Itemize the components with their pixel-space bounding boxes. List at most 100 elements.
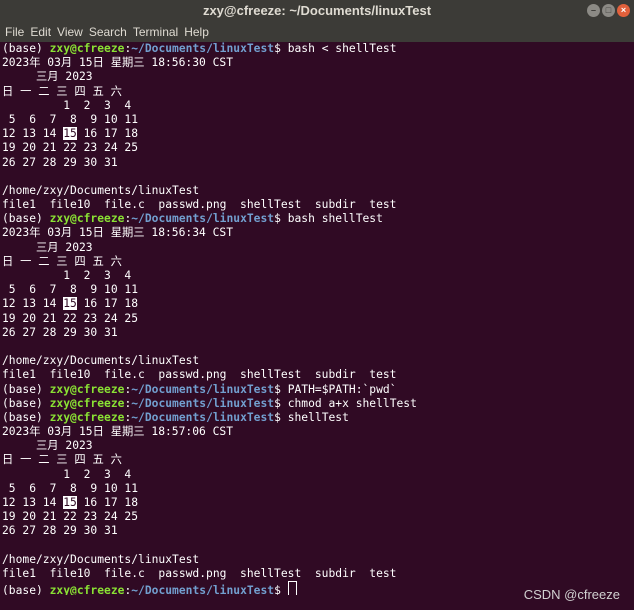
prompt-path: ~/Documents/linuxTest (131, 584, 275, 596)
output-line: 三月 2023 (2, 439, 634, 453)
prompt-env: (base) (2, 584, 50, 596)
output-text: 5 6 7 8 9 10 11 (2, 283, 139, 297)
close-button[interactable]: × (617, 4, 630, 17)
prompt-env: (base) (2, 42, 50, 55)
output-line: 2023年 03月 15日 星期三 18:56:30 CST (2, 56, 634, 70)
output-line: 2023年 03月 15日 星期三 18:57:06 CST (2, 425, 634, 439)
output-line: 1 2 3 4 (2, 269, 634, 283)
output-text: 19 20 21 22 23 24 25 (2, 311, 139, 325)
output-text: 26 27 28 29 30 31 (2, 524, 118, 538)
prompt-path: ~/Documents/linuxTest (131, 212, 275, 226)
window-titlebar: zxy@cfreeze: ~/Documents/linuxTest – □ × (0, 0, 634, 22)
watermark: CSDN @cfreeze (523, 587, 620, 602)
output-text: /home/zxy/Documents/linuxTest (2, 354, 200, 368)
output-line: file1 file10 file.c passwd.png shellTest… (2, 368, 634, 382)
output-text: file1 file10 file.c passwd.png shellTest… (2, 566, 397, 580)
prompt-line: (base) zxy@cfreeze:~/Documents/linuxTest… (2, 42, 634, 56)
command-text: shellTest (287, 410, 349, 424)
minimize-button[interactable]: – (587, 4, 600, 17)
prompt-env: (base) (2, 212, 50, 226)
output-text: file1 file10 file.c passwd.png shellTest… (2, 198, 397, 212)
output-text: 2023年 03月 15日 星期三 18:56:34 CST (2, 226, 234, 240)
calendar-row-text: 16 17 18 (76, 297, 139, 311)
output-line: 19 20 21 22 23 24 25 (2, 141, 634, 155)
prompt-env: (base) (2, 410, 50, 424)
output-text: 日 一 二 三 四 五 六 (2, 254, 122, 268)
output-line: /home/zxy/Documents/linuxTest (2, 553, 634, 567)
output-text: 26 27 28 29 30 31 (2, 155, 118, 169)
prompt-symbol: $ (274, 42, 288, 55)
calendar-row-text: 16 17 18 (76, 127, 139, 141)
output-line: 5 6 7 8 9 10 11 (2, 283, 634, 297)
command-text: bash shellTest (287, 212, 383, 226)
output-text: 1 2 3 4 (2, 269, 132, 282)
output-text: 2023年 03月 15日 星期三 18:56:30 CST (2, 56, 234, 70)
prompt-user: zxy@cfreeze (49, 212, 125, 226)
calendar-today: 15 (63, 496, 77, 509)
output-line: file1 file10 file.c passwd.png shellTest… (2, 198, 634, 212)
output-text: 19 20 21 22 23 24 25 (2, 510, 139, 524)
output-text: 日 一 二 三 四 五 六 (2, 453, 122, 467)
menu-help[interactable]: Help (182, 22, 213, 42)
calendar-row-text: 12 13 14 (2, 496, 64, 509)
window-title: zxy@cfreeze: ~/Documents/linuxTest (202, 3, 432, 18)
output-line: 12 13 14 15 16 17 18 (2, 496, 634, 510)
prompt-symbol: $ (274, 396, 288, 410)
command-text: PATH=$PATH:`pwd` (287, 382, 397, 396)
output-text: 日 一 二 三 四 五 六 (2, 84, 122, 98)
prompt-symbol: $ (274, 584, 288, 596)
prompt-path: ~/Documents/linuxTest (131, 382, 275, 396)
menu-terminal[interactable]: Terminal (131, 22, 182, 42)
command-text: chmod a+x shellTest (287, 396, 417, 410)
prompt-user: zxy@cfreeze (49, 584, 125, 596)
output-line: 日 一 二 三 四 五 六 (2, 85, 634, 99)
output-line: 日 一 二 三 四 五 六 (2, 255, 634, 269)
output-line: 2023年 03月 15日 星期三 18:56:34 CST (2, 226, 634, 240)
menu-edit[interactable]: Edit (28, 22, 55, 42)
prompt-symbol: $ (274, 212, 288, 226)
output-line: 1 2 3 4 (2, 99, 634, 113)
prompt-path: ~/Documents/linuxTest (131, 42, 275, 55)
output-line: 三月 2023 (2, 70, 634, 84)
output-line: 12 13 14 15 16 17 18 (2, 127, 634, 141)
output-text: 三月 2023 (2, 439, 93, 453)
output-line: /home/zxy/Documents/linuxTest (2, 184, 634, 198)
menu-search[interactable]: Search (87, 22, 131, 42)
output-line: 19 20 21 22 23 24 25 (2, 312, 634, 326)
output-text: 1 2 3 4 (2, 467, 132, 481)
output-line: 26 27 28 29 30 31 (2, 156, 634, 170)
output-line: /home/zxy/Documents/linuxTest (2, 354, 634, 368)
calendar-today: 15 (63, 297, 77, 311)
output-text: 5 6 7 8 9 10 11 (2, 481, 139, 495)
window-controls: – □ × (587, 4, 630, 17)
output-text: /home/zxy/Documents/linuxTest (2, 552, 200, 566)
output-text: 1 2 3 4 (2, 98, 132, 112)
calendar-row-text: 16 17 18 (76, 496, 139, 509)
prompt-path: ~/Documents/linuxTest (131, 410, 275, 424)
calendar-row-text: 12 13 14 (2, 297, 64, 311)
prompt-line: (base) zxy@cfreeze:~/Documents/linuxTest… (2, 411, 634, 425)
terminal-output[interactable]: (base) zxy@cfreeze:~/Documents/linuxTest… (0, 42, 634, 610)
output-text: 19 20 21 22 23 24 25 (2, 141, 139, 155)
output-line: 26 27 28 29 30 31 (2, 326, 634, 340)
menu-bar: File Edit View Search Terminal Help (0, 22, 634, 42)
command-text: bash < shellTest (287, 42, 397, 55)
output-text: file1 file10 file.c passwd.png shellTest… (2, 368, 397, 382)
maximize-button[interactable]: □ (602, 4, 615, 17)
output-text: /home/zxy/Documents/linuxTest (2, 183, 200, 197)
prompt-env: (base) (2, 396, 50, 410)
prompt-env: (base) (2, 382, 50, 396)
output-line: 19 20 21 22 23 24 25 (2, 510, 634, 524)
output-line: 1 2 3 4 (2, 468, 634, 482)
prompt-symbol: $ (274, 382, 288, 396)
menu-file[interactable]: File (3, 22, 28, 42)
output-text: 2023年 03月 15日 星期三 18:57:06 CST (2, 425, 234, 439)
prompt-user: zxy@cfreeze (49, 42, 125, 55)
output-text: 26 27 28 29 30 31 (2, 325, 118, 339)
calendar-today: 15 (63, 127, 77, 141)
prompt-line: (base) zxy@cfreeze:~/Documents/linuxTest… (2, 383, 634, 397)
calendar-row-text: 12 13 14 (2, 127, 64, 141)
prompt-user: zxy@cfreeze (49, 410, 125, 424)
menu-view[interactable]: View (55, 22, 87, 42)
